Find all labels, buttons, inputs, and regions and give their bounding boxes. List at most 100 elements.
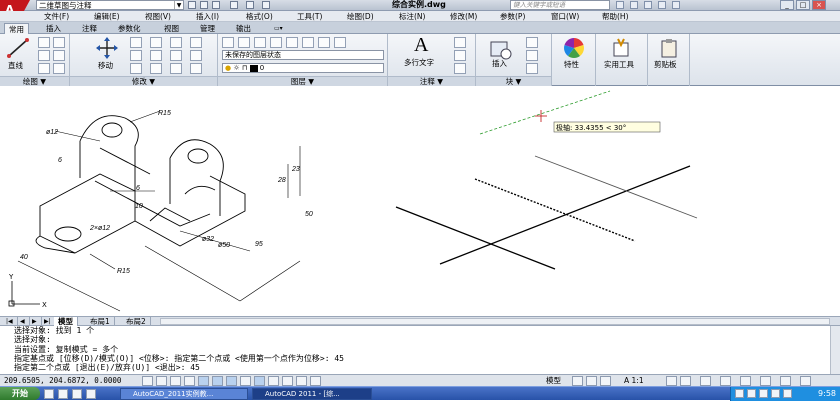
layer-combo[interactable]: ● ☼ ⊓ 0 — [222, 63, 384, 73]
hatch-icon[interactable] — [53, 50, 65, 61]
menu-format[interactable]: 格式(O) — [246, 11, 273, 22]
auto-scale-icon[interactable] — [680, 376, 691, 386]
drawn-line-selected[interactable] — [474, 178, 636, 242]
redo-icon[interactable] — [246, 1, 254, 9]
menu-help[interactable]: 帮助(H) — [602, 11, 629, 22]
properties-panel[interactable]: 特性 — [552, 34, 596, 86]
explode-icon[interactable] — [170, 50, 182, 61]
command-scrollbar[interactable] — [830, 326, 840, 374]
polar-tracking-icon[interactable] — [198, 376, 209, 386]
drawn-line-2[interactable] — [439, 165, 691, 265]
ortho-mode-icon[interactable] — [184, 376, 195, 386]
taskbar-task-autocad[interactable]: AutoCAD 2011 - [综... — [252, 388, 372, 400]
menu-insert[interactable]: 插入(I) — [196, 11, 219, 22]
communication-center-icon[interactable] — [644, 1, 652, 9]
rotate-icon[interactable] — [130, 37, 142, 48]
annotation-panel-label[interactable]: 注释 ▼ — [388, 76, 475, 86]
offset-icon[interactable] — [190, 37, 202, 48]
ellipse-icon[interactable] — [53, 63, 65, 74]
menu-parametric[interactable]: 参数(P) — [500, 11, 525, 22]
layer-icon[interactable] — [238, 37, 250, 48]
subscription-icon[interactable] — [630, 1, 638, 9]
menu-draw[interactable]: 绘图(D) — [347, 11, 374, 22]
taskbar-task-word[interactable]: AutoCAD_2011实例教... — [120, 388, 248, 400]
rectangle-icon[interactable] — [53, 37, 65, 48]
trim-icon[interactable] — [150, 37, 162, 48]
menu-dimension[interactable]: 标注(N) — [399, 11, 425, 22]
polyline-icon[interactable] — [38, 37, 50, 48]
stretch-icon[interactable] — [130, 63, 142, 74]
quick-launch-ie-icon[interactable] — [44, 389, 54, 399]
tab-layout2[interactable]: 布局2 — [122, 317, 151, 326]
snap-mode-icon[interactable] — [156, 376, 167, 386]
menu-window[interactable]: 窗口(W) — [551, 11, 579, 22]
edit-block-icon[interactable] — [526, 50, 538, 61]
tab-view[interactable]: 视图 — [160, 23, 183, 34]
menu-edit[interactable]: 编辑(E) — [94, 11, 120, 22]
transparency-icon[interactable] — [282, 376, 293, 386]
layer-off-icon[interactable] — [254, 37, 266, 48]
object-snap-tracking-icon[interactable] — [226, 376, 237, 386]
infer-constraints-icon[interactable] — [142, 376, 153, 386]
move-label[interactable]: 移动 — [98, 60, 113, 71]
scale-icon[interactable] — [150, 63, 162, 74]
close-button[interactable]: × — [812, 0, 826, 10]
tab-model[interactable]: 模型 — [54, 317, 78, 326]
tab-output[interactable]: 输出 — [232, 23, 255, 34]
tab-layout1[interactable]: 布局1 — [86, 317, 115, 326]
tab-annotate[interactable]: 注释 — [78, 23, 101, 34]
pan-icon[interactable] — [600, 376, 611, 386]
tray-input-method-icon[interactable] — [771, 389, 780, 398]
tray-security-icon[interactable] — [759, 389, 768, 398]
fillet-icon[interactable] — [190, 50, 202, 61]
workspace-switcher[interactable]: 二维草图与注释 ▼ — [36, 0, 184, 10]
drawn-line-1[interactable] — [395, 206, 556, 270]
layer-state-combo[interactable]: 未保存的图层状态 — [222, 50, 384, 60]
join-icon[interactable] — [190, 63, 202, 74]
menu-view[interactable]: 视图(V) — [145, 11, 171, 22]
layer-properties-icon[interactable] — [222, 37, 234, 48]
isolate-objects-icon[interactable] — [760, 376, 771, 386]
minimize-button[interactable]: _ — [780, 0, 794, 10]
modify-panel-label[interactable]: 修改 ▼ — [70, 76, 217, 86]
circle-icon[interactable] — [38, 50, 50, 61]
lineweight-icon[interactable] — [268, 376, 279, 386]
menu-tools[interactable]: 工具(T) — [297, 11, 322, 22]
edit-attributes-icon[interactable] — [526, 63, 538, 74]
erase-icon[interactable] — [170, 37, 182, 48]
tray-update-icon[interactable] — [783, 389, 792, 398]
layer-walk-icon[interactable] — [334, 37, 346, 48]
dynamic-input-icon[interactable] — [254, 376, 265, 386]
selection-cycling-icon[interactable] — [310, 376, 321, 386]
drawn-line-3[interactable] — [534, 155, 698, 219]
draw-panel-label[interactable]: 绘图 ▼ — [0, 76, 69, 86]
multiline-text-icon[interactable]: A — [414, 34, 428, 57]
ribbon-minimize-icon[interactable]: ▭▾ — [270, 23, 287, 34]
lock-ui-icon[interactable] — [720, 376, 731, 386]
utilities-panel[interactable]: 实用工具 — [596, 34, 648, 86]
table-icon[interactable] — [454, 63, 466, 74]
new-file-icon[interactable] — [188, 1, 196, 9]
hardware-acceleration-icon[interactable] — [740, 376, 751, 386]
horizontal-scrollbar[interactable] — [160, 318, 830, 325]
quick-launch-folder-icon[interactable] — [86, 389, 96, 399]
tab-parametric[interactable]: 参数化 — [114, 23, 145, 34]
layer-lock-icon[interactable] — [286, 37, 298, 48]
command-window[interactable]: 选择对象: 找到 1 个 选择对象: 当前设置: 复制模式 = 多个 指定基点或… — [0, 326, 830, 374]
layer-freeze-icon[interactable] — [270, 37, 282, 48]
move-icon[interactable] — [94, 36, 120, 60]
plot-icon[interactable] — [262, 1, 270, 9]
tab-home[interactable]: 常用 — [4, 23, 29, 34]
status-menu-icon[interactable] — [780, 376, 791, 386]
linear-dimension-icon[interactable] — [454, 37, 466, 48]
arc-icon[interactable] — [38, 63, 50, 74]
layer-isolate-icon[interactable] — [318, 37, 330, 48]
start-button[interactable]: 开始 — [0, 387, 40, 400]
open-file-icon[interactable] — [200, 1, 208, 9]
layer-match-icon[interactable] — [302, 37, 314, 48]
array-icon[interactable] — [170, 63, 182, 74]
quick-view-drawings-icon[interactable] — [586, 376, 597, 386]
mirror-icon[interactable] — [150, 50, 162, 61]
tray-network-icon[interactable] — [735, 389, 744, 398]
clipboard-panel[interactable]: 剪贴板 — [648, 34, 690, 86]
